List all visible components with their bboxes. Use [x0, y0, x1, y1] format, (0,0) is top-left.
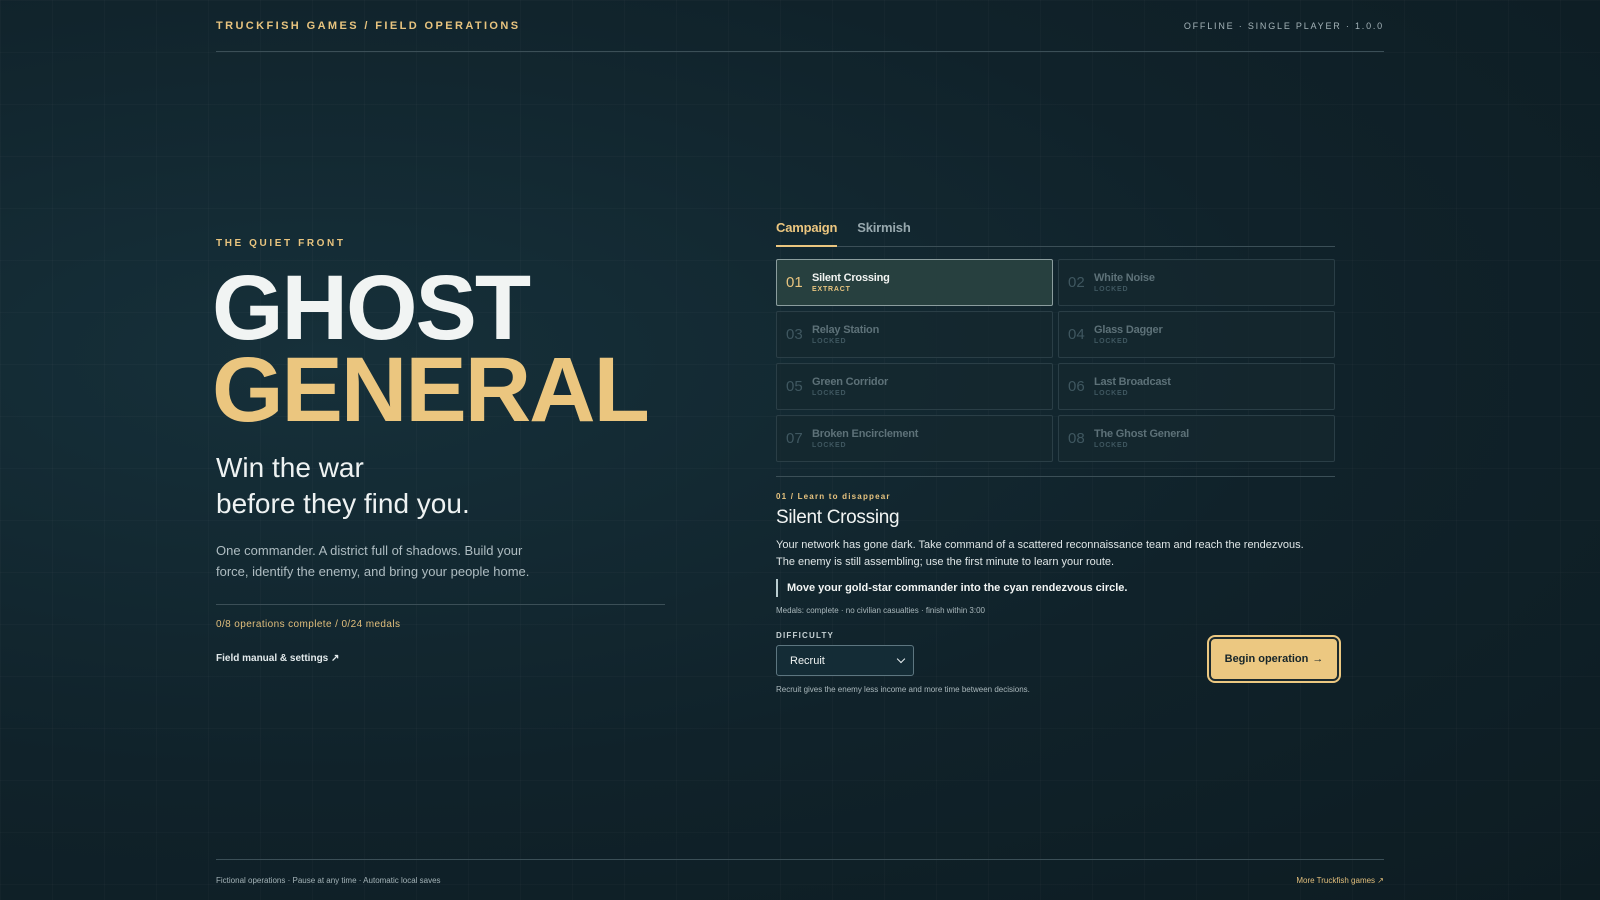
operation-status: LOCKED	[1094, 390, 1129, 397]
operation-name: Relay Station	[812, 324, 880, 336]
footer-note: Fictional operations · Pause at any time…	[216, 875, 441, 885]
operation-name: Broken Encirclement	[812, 428, 919, 440]
mode-tabs: Campaign Skirmish	[776, 218, 1335, 247]
brand-label: TRUCKFISH GAMES / FIELD OPERATIONS	[216, 19, 521, 32]
operation-status: LOCKED	[812, 338, 847, 345]
objective-callout: Move your gold-star commander into the c…	[776, 579, 1127, 597]
tab-campaign[interactable]: Campaign	[776, 218, 837, 247]
operation-number: 05	[786, 378, 803, 395]
tagline-line1: Win the war	[216, 452, 364, 483]
divider	[216, 604, 665, 605]
begin-operation-label: Begin operation	[1224, 653, 1309, 665]
operation-status: LOCKED	[812, 442, 847, 449]
chevron-down-icon	[896, 654, 906, 664]
field-manual-link[interactable]: Field manual & settings ↗	[216, 653, 339, 664]
briefing-kicker: 01 / Learn to disappear	[776, 492, 891, 501]
campaign-progress: 0/8 operations complete / 0/24 medals	[216, 619, 401, 630]
game-title-line2: GENERAL	[212, 339, 650, 441]
hero-eyebrow: THE QUIET FRONT	[216, 238, 346, 249]
operation-number: 08	[1068, 430, 1085, 447]
operation-card-01[interactable]: 01 Silent Crossing EXTRACT	[776, 259, 1053, 306]
operation-card-07[interactable]: 07 Broken Encirclement LOCKED	[776, 415, 1053, 462]
tab-skirmish[interactable]: Skirmish	[857, 218, 911, 247]
arrow-right-icon: →	[1312, 653, 1324, 665]
difficulty-select[interactable]: Recruit	[776, 645, 914, 676]
operation-number: 02	[1068, 274, 1085, 291]
operation-name: The Ghost General	[1094, 428, 1190, 440]
operation-status: LOCKED	[812, 390, 847, 397]
operation-card-04[interactable]: 04 Glass Dagger LOCKED	[1058, 311, 1335, 358]
operation-name: Green Corridor	[812, 376, 889, 388]
footer: Fictional operations · Pause at any time…	[216, 859, 1384, 900]
build-meta: OFFLINE · SINGLE PLAYER · 1.0.0	[1183, 20, 1384, 31]
operation-status: EXTRACT	[812, 286, 851, 293]
operation-status: LOCKED	[1094, 286, 1129, 293]
more-games-link[interactable]: More Truckfish games ↗	[1296, 876, 1384, 885]
operations-grid: 01 Silent Crossing EXTRACT 02 White Nois…	[776, 259, 1335, 462]
operation-number: 01	[786, 274, 803, 291]
begin-operation-button[interactable]: Begin operation →	[1209, 637, 1339, 681]
difficulty-value: Recruit	[790, 654, 825, 667]
operation-card-06[interactable]: 06 Last Broadcast LOCKED	[1058, 363, 1335, 410]
operation-name: Silent Crossing	[812, 272, 890, 284]
divider	[776, 476, 1335, 477]
briefing-title: Silent Crossing	[776, 507, 900, 528]
operation-card-05[interactable]: 05 Green Corridor LOCKED	[776, 363, 1053, 410]
operation-number: 07	[786, 430, 803, 447]
medal-criteria: Medals: complete · no civilian casualtie…	[776, 606, 985, 615]
top-bar: TRUCKFISH GAMES / FIELD OPERATIONS OFFLI…	[216, 0, 1384, 52]
tagline-line2: before they find you.	[216, 488, 470, 519]
operation-card-02[interactable]: 02 White Noise LOCKED	[1058, 259, 1335, 306]
operation-number: 06	[1068, 378, 1085, 395]
external-link-icon: ↗	[331, 653, 340, 664]
operation-name: Glass Dagger	[1094, 324, 1163, 336]
briefing-text: Your network has gone dark. Take command…	[776, 539, 1304, 568]
operation-status: LOCKED	[1094, 442, 1129, 449]
field-manual-label: Field manual & settings	[216, 653, 329, 664]
tagline: Win the war before they find you.	[216, 450, 470, 522]
external-link-icon: ↗	[1377, 875, 1384, 885]
difficulty-note: Recruit gives the enemy less income and …	[776, 685, 1030, 694]
game-description: One commander. A district full of shadow…	[216, 543, 530, 579]
operation-number: 04	[1068, 326, 1085, 343]
more-games-label: More Truckfish games	[1296, 875, 1376, 885]
operation-card-08[interactable]: 08 The Ghost General LOCKED	[1058, 415, 1335, 462]
operation-name: White Noise	[1094, 272, 1155, 284]
operation-name: Last Broadcast	[1094, 376, 1171, 388]
operation-number: 03	[786, 326, 803, 343]
difficulty-label: DIFFICULTY	[776, 631, 835, 640]
operation-status: LOCKED	[1094, 338, 1129, 345]
operation-card-03[interactable]: 03 Relay Station LOCKED	[776, 311, 1053, 358]
